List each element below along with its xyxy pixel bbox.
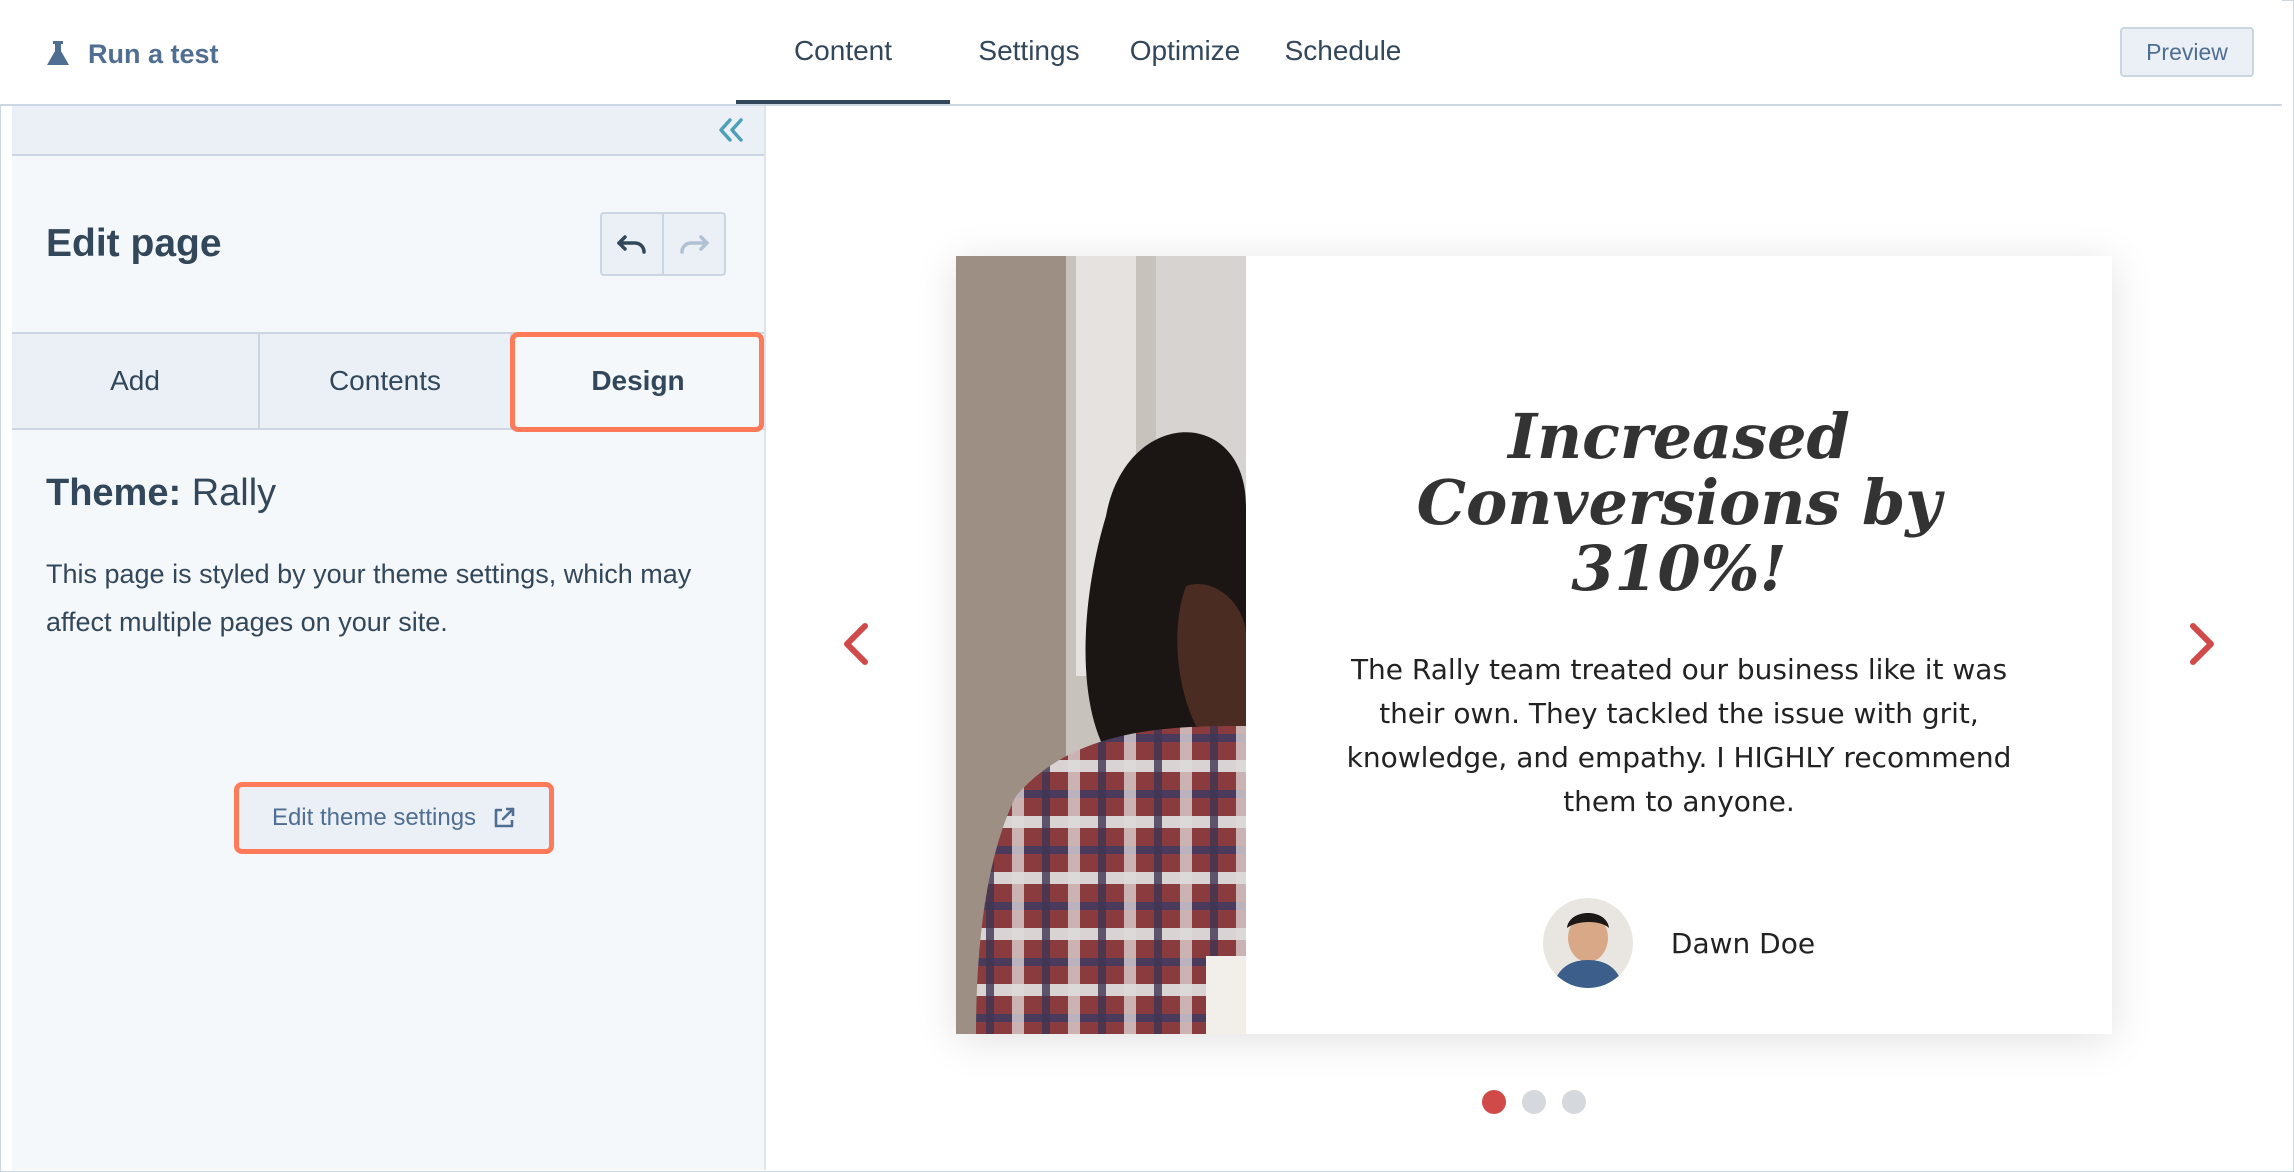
testimonial-quote: The Rally team treated our business like… xyxy=(1346,653,2012,818)
tab-optimize[interactable]: Optimize xyxy=(1108,0,1262,102)
sidebar-tabs: Add Contents Design xyxy=(12,332,764,430)
testimonial-author: Dawn Doe xyxy=(1542,898,1816,988)
theme-description: This page is styled by your theme settin… xyxy=(46,559,692,637)
slider-next-button[interactable] xyxy=(2152,594,2252,694)
chevron-right-icon xyxy=(2190,623,2214,665)
editor-tabs: Content Settings Optimize Schedule xyxy=(736,0,1424,104)
external-link-icon xyxy=(494,807,515,828)
undo-button[interactable] xyxy=(602,214,662,274)
testimonial-card[interactable]: Increased Conversions by 310%! The Rally… xyxy=(956,256,2112,1034)
slider-prev-button[interactable] xyxy=(806,594,906,694)
page-preview-canvas: Increased Conversions by 310%! The Rally… xyxy=(766,106,2284,1170)
edit-theme-settings-label: Edit theme settings xyxy=(271,804,477,831)
redo-icon xyxy=(680,235,709,254)
author-name: Dawn Doe xyxy=(1670,926,1816,960)
person-photo-image xyxy=(956,256,1246,1034)
author-avatar xyxy=(1542,898,1633,988)
slider-dot-2[interactable] xyxy=(1522,1090,1546,1114)
edit-page-title: Edit page xyxy=(46,222,222,265)
tab-schedule[interactable]: Schedule xyxy=(1262,0,1424,102)
sidebar-tab-add[interactable]: Add xyxy=(12,334,258,428)
testimonial-headline: Increased Conversions by 310%! xyxy=(1416,400,1942,605)
double-chevron-left-icon[interactable] xyxy=(716,116,746,144)
sidebar-collapse-bar xyxy=(12,106,764,156)
chevron-left-icon xyxy=(844,623,868,665)
tab-content[interactable]: Content xyxy=(736,0,950,104)
top-navigation-bar: Run a test Content Settings Optimize Sch… xyxy=(0,0,2282,106)
theme-name: Rally xyxy=(191,472,277,514)
theme-heading: Theme: Rally xyxy=(46,472,276,515)
flask-icon xyxy=(47,41,69,65)
tab-settings[interactable]: Settings xyxy=(950,0,1108,102)
redo-button[interactable] xyxy=(662,214,724,274)
slider-dot-1[interactable] xyxy=(1482,1090,1506,1114)
slider-dot-3[interactable] xyxy=(1562,1090,1586,1114)
edit-sidebar: Edit page Add Contents Design Theme: Ral… xyxy=(12,106,766,1170)
author-portrait-image xyxy=(1542,898,1633,988)
sidebar-tab-contents[interactable]: Contents xyxy=(258,334,510,428)
sidebar-tab-design[interactable]: Design xyxy=(510,334,764,428)
testimonial-photo xyxy=(956,256,1246,1034)
testimonial-body: Increased Conversions by 310%! The Rally… xyxy=(1246,256,2112,1034)
undo-redo-group xyxy=(600,212,726,276)
undo-icon xyxy=(617,235,646,254)
slider-pagination xyxy=(1482,1090,1586,1114)
run-a-test-label: Run a test xyxy=(88,38,219,69)
preview-button[interactable]: Preview xyxy=(2120,27,2254,77)
edit-theme-settings-button[interactable]: Edit theme settings xyxy=(234,782,554,854)
theme-label: Theme: xyxy=(46,472,182,514)
run-a-test-link[interactable]: Run a test xyxy=(46,34,219,74)
